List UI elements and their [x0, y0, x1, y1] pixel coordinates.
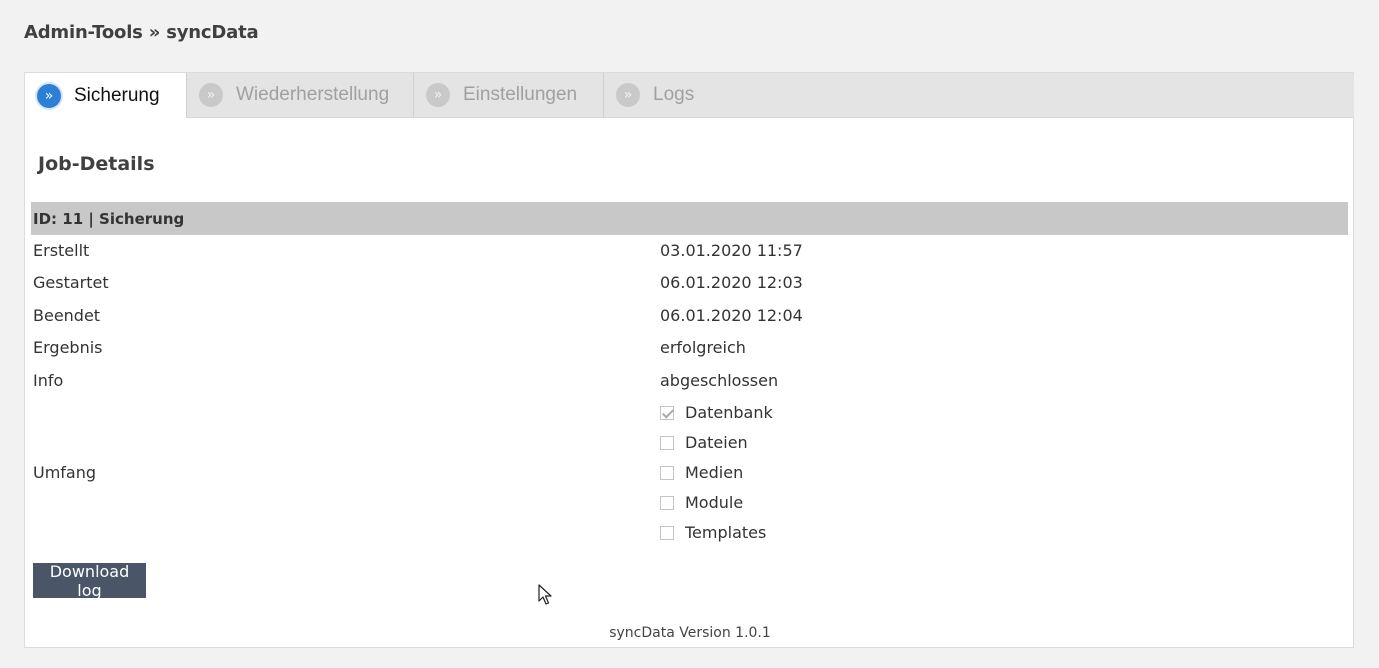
tab-sicherung[interactable]: » Sicherung [25, 73, 187, 118]
checkbox-label: Templates [685, 523, 767, 542]
double-chevron-icon: » [199, 83, 223, 107]
row-label-info: Info [33, 371, 64, 390]
row-value-beendet: 06.01.2020 12:04 [660, 306, 803, 325]
double-chevron-icon: » [426, 83, 450, 107]
row-value-info: abgeschlossen [660, 371, 779, 390]
row-value-erstellt: 03.01.2020 11:57 [660, 241, 803, 260]
double-chevron-icon: » [616, 83, 640, 107]
row-label-erstellt: Erstellt [33, 241, 90, 260]
breadcrumb: Admin-Tools » syncData [24, 22, 259, 43]
checkbox-checked-icon[interactable] [660, 405, 674, 420]
tab-label: Sicherung [74, 84, 160, 106]
checkbox-icon[interactable] [660, 525, 674, 540]
scope-checkbox-module[interactable]: Module [660, 493, 743, 512]
row-label-ergebnis: Ergebnis [33, 338, 103, 357]
tab-label: Einstellungen [463, 84, 578, 105]
row-label-umfang: Umfang [33, 463, 97, 482]
syncdata-panel: » Sicherung » Wiederherstellung » Einste… [24, 72, 1354, 648]
checkbox-label: Dateien [685, 433, 748, 452]
row-value-gestartet: 06.01.2020 12:03 [660, 273, 803, 292]
tab-label: Logs [653, 84, 695, 105]
checkbox-icon[interactable] [660, 495, 674, 510]
job-details-title: Job-Details [38, 153, 155, 175]
row-label-gestartet: Gestartet [33, 273, 109, 292]
scope-checkbox-medien[interactable]: Medien [660, 463, 743, 482]
row-label-beendet: Beendet [33, 306, 101, 325]
checkbox-label: Datenbank [685, 403, 773, 422]
tab-bar: » Sicherung » Wiederherstellung » Einste… [25, 73, 1354, 118]
scope-checkbox-dateien[interactable]: Dateien [660, 433, 748, 452]
checkbox-icon[interactable] [660, 435, 674, 450]
download-log-button[interactable]: Download log [33, 562, 146, 600]
tab-logs[interactable]: » Logs [604, 73, 719, 117]
row-value-ergebnis: erfolgreich [660, 338, 746, 357]
checkbox-icon[interactable] [660, 465, 674, 480]
tab-wiederherstellung[interactable]: » Wiederherstellung [187, 73, 414, 117]
checkbox-label: Module [685, 493, 744, 512]
scope-checkbox-templates[interactable]: Templates [660, 523, 766, 542]
tab-label: Wiederherstellung [236, 84, 390, 105]
checkbox-label: Medien [685, 463, 744, 482]
tab-einstellungen[interactable]: » Einstellungen [414, 73, 604, 117]
double-chevron-icon: » [37, 83, 61, 108]
mouse-cursor-icon [538, 584, 552, 610]
scope-checkbox-datenbank[interactable]: Datenbank [660, 403, 773, 422]
job-id-header: ID: 11 | Sicherung [31, 202, 1348, 235]
version-footer: syncData Version 1.0.1 [609, 625, 771, 641]
